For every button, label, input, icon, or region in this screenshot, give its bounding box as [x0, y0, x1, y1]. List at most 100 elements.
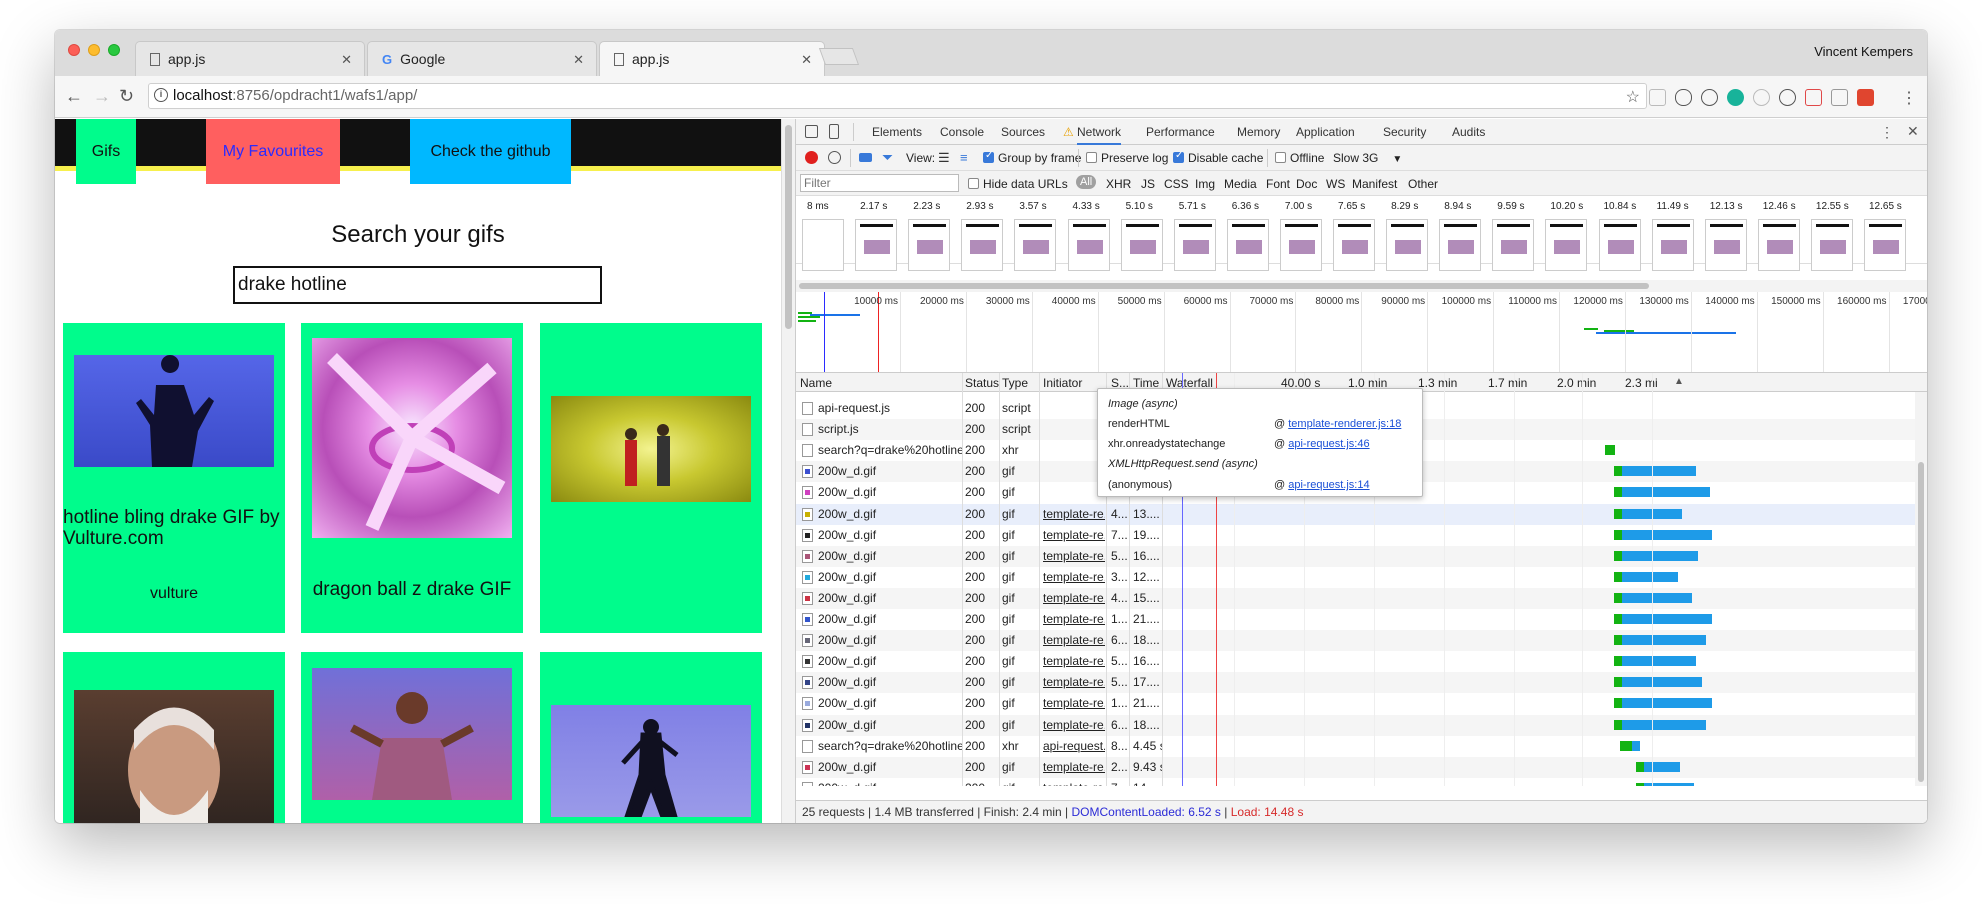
cell-init[interactable]: template-re... — [1043, 757, 1105, 778]
type-filter-css[interactable]: CSS — [1164, 177, 1189, 191]
extension-icon[interactable] — [1649, 89, 1666, 106]
filmstrip-frame[interactable] — [1067, 219, 1110, 271]
filter-icon[interactable]: ⏷ — [882, 149, 893, 166]
filmstrip-frame[interactable] — [1492, 219, 1535, 271]
profile-name[interactable]: Vincent Kempers — [1814, 44, 1913, 59]
preserve-log-checkbox[interactable]: Preserve log — [1086, 151, 1168, 165]
filmstrip-frame[interactable] — [1598, 219, 1641, 271]
tab-application[interactable]: Application — [1296, 119, 1355, 145]
request-row[interactable]: 200w_d.gif 200 gif template-re... 2... 9.43 s — [796, 756, 1927, 778]
filmstrip-frame[interactable] — [802, 219, 844, 271]
gif-card[interactable]: hotline bling drake GIF by Vulture.com v… — [63, 323, 285, 633]
tab-memory[interactable]: Memory — [1237, 119, 1280, 145]
forward-icon[interactable]: → — [93, 86, 111, 107]
tooltip-frame-link[interactable]: @ api-request.js:46 — [1274, 438, 1370, 450]
filmstrip-frame[interactable] — [1545, 219, 1588, 271]
request-row[interactable]: 200w_d.gif200 gif template-re... 7... 14.... — [796, 778, 1927, 786]
request-row[interactable]: 200w_d.gif 200 gif template-re... 6... 18.... — [796, 630, 1927, 652]
tooltip-frame-link[interactable]: @ api-request.js:14 — [1274, 479, 1370, 491]
request-row[interactable]: search?q=drake%20hotline&ap...200 xhr api-… — [796, 736, 1927, 757]
type-filter-manifest[interactable]: Manifest — [1352, 177, 1397, 191]
blocker-extension-icon[interactable] — [1701, 89, 1718, 106]
filmstrip-frame[interactable] — [855, 219, 898, 271]
tooltip-frame-link[interactable]: @ template-renderer.js:18 — [1274, 418, 1401, 430]
tab-performance[interactable]: Performance — [1146, 119, 1215, 145]
gif-card[interactable] — [540, 323, 762, 633]
type-filter-other[interactable]: Other — [1408, 177, 1438, 191]
cell-init[interactable]: template-re... — [1043, 609, 1105, 630]
record-icon[interactable] — [805, 151, 818, 164]
browser-tab-3[interactable]: app.js ✕ — [599, 41, 825, 76]
list-view-icon[interactable]: ☰ — [938, 150, 950, 166]
filmstrip-frame[interactable] — [1386, 219, 1429, 271]
inspect-icon[interactable] — [805, 125, 818, 138]
group-by-frame-checkbox[interactable]: Group by frame — [983, 150, 1081, 165]
stack-extension-icon[interactable] — [1857, 89, 1874, 106]
request-row[interactable]: 200w_d.gif 200 gif template-re... 5... 16.... — [796, 545, 1927, 567]
browser-menu-icon[interactable]: ⋮ — [1901, 88, 1917, 108]
search-input[interactable] — [233, 266, 602, 304]
type-filter-font[interactable]: Font — [1266, 177, 1290, 191]
type-filter-doc[interactable]: Doc — [1296, 177, 1317, 191]
minimize-window-button[interactable] — [88, 44, 100, 56]
tab-console[interactable]: Console — [940, 119, 984, 145]
filmstrip-frame[interactable] — [1014, 219, 1057, 271]
type-filter-media[interactable]: Media — [1224, 177, 1257, 191]
close-tab-icon[interactable]: ✕ — [801, 52, 812, 68]
clear-icon[interactable] — [828, 151, 841, 164]
filmstrip-frame[interactable] — [961, 219, 1004, 271]
tab-audits[interactable]: Audits — [1452, 119, 1485, 145]
reload-icon[interactable]: ↻ — [119, 86, 134, 107]
request-row[interactable]: 200w_d.gif 200 gif template-re... 3... 12.... — [796, 567, 1927, 588]
timeline-overview[interactable]: 10000 ms 20000 ms 30000 ms 40000 ms 50000 ms… — [796, 292, 1927, 373]
hide-data-urls-checkbox[interactable]: Hide data URLs — [968, 177, 1068, 191]
requests-scroll-thumb[interactable] — [1918, 462, 1924, 782]
gif-image[interactable] — [74, 690, 274, 823]
cell-init[interactable]: template-re... — [1043, 588, 1105, 609]
cell-init[interactable]: template-re... — [1043, 672, 1105, 693]
request-row[interactable]: 200w_d.gif 200 gif template-re... 4... 15.... — [796, 587, 1927, 609]
sync-extension-icon[interactable] — [1753, 89, 1770, 106]
browser-tab-1[interactable]: app.js ✕ — [135, 41, 365, 76]
gif-card[interactable] — [301, 652, 523, 823]
camera-extension-icon[interactable] — [1805, 89, 1822, 106]
requests-scrollbar[interactable] — [1915, 392, 1927, 786]
request-row[interactable]: 200w_d.gif 200 gif template-re... 5... 16.... — [796, 651, 1927, 672]
filmstrip-scrollbar[interactable] — [796, 280, 1927, 292]
gif-image[interactable] — [312, 668, 512, 800]
maximize-window-button[interactable] — [108, 44, 120, 56]
cell-init[interactable]: template-re... — [1043, 778, 1105, 786]
filmstrip-frame[interactable] — [1279, 219, 1322, 271]
filmstrip-frame[interactable] — [1704, 219, 1747, 271]
offline-checkbox[interactable]: Offline — [1275, 151, 1324, 165]
screenshot-icon[interactable] — [859, 153, 872, 162]
nav-my-favourites[interactable]: My Favourites — [206, 119, 340, 184]
filmstrip-frame[interactable] — [1439, 219, 1482, 271]
tab-security[interactable]: Security — [1383, 119, 1426, 145]
page-scroll-thumb[interactable] — [785, 125, 792, 329]
close-window-button[interactable] — [68, 44, 80, 56]
tab-elements[interactable]: Elements — [872, 119, 922, 145]
type-filter-all[interactable]: All — [1076, 175, 1097, 189]
gif-image[interactable] — [312, 338, 512, 538]
m-extension-icon[interactable] — [1727, 89, 1744, 106]
type-filter-ws[interactable]: WS — [1326, 177, 1345, 191]
col-name[interactable]: Name — [800, 376, 832, 390]
info-icon[interactable]: i — [154, 88, 168, 102]
close-devtools-icon[interactable]: ✕ — [1907, 123, 1919, 140]
filmstrip-frame[interactable] — [1173, 219, 1216, 271]
filter-input[interactable] — [800, 174, 959, 192]
nav-check-github[interactable]: Check the github — [410, 119, 571, 184]
sort-ascending-icon[interactable]: ▲ — [1674, 376, 1684, 387]
filmstrip-frame[interactable] — [908, 219, 951, 271]
request-row[interactable]: 200w_d.gif 200 gif template-re... 4... 13.... — [796, 503, 1927, 525]
gif-card[interactable]: dragon ball z drake GIF — [301, 323, 523, 633]
col-type[interactable]: Type — [1002, 376, 1028, 390]
filmstrip-frame[interactable] — [1757, 219, 1800, 271]
col-initiator[interactable]: Initiator — [1043, 376, 1082, 390]
filmstrip-frame[interactable] — [1651, 219, 1694, 271]
type-filter-xhr[interactable]: XHR — [1106, 177, 1131, 191]
cell-init[interactable]: template-re... — [1043, 693, 1105, 714]
request-row[interactable]: 200w_d.gif 200 gif template-re... 7... 19.... — [796, 525, 1927, 546]
cell-init[interactable]: template-re... — [1043, 504, 1105, 525]
